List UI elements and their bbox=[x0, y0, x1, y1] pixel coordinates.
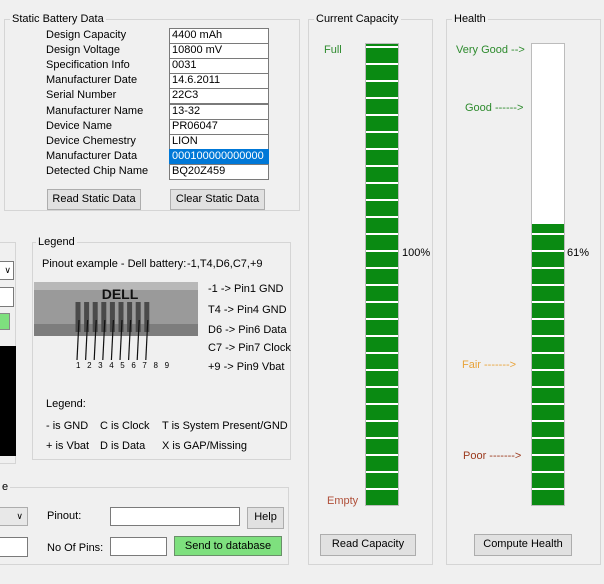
legend-key-gap: X is GAP/Missing bbox=[162, 440, 247, 452]
mapping-3: D6 -> Pin6 Data bbox=[208, 324, 287, 336]
health-fill bbox=[532, 223, 564, 505]
static-row-value[interactable]: 10800 mV bbox=[169, 43, 269, 59]
capacity-bar bbox=[365, 43, 399, 506]
health-percent: 61% bbox=[567, 247, 590, 259]
health-very-good-label: Very Good --> bbox=[456, 44, 525, 56]
legend-key-system: T is System Present/GND bbox=[162, 420, 288, 432]
static-row-label: Device Name bbox=[46, 120, 113, 132]
chevron-down-icon: ∨ bbox=[4, 265, 11, 275]
pin-numbers: 1 2 3 4 5 6 7 8 9 bbox=[76, 361, 171, 370]
static-battery-title: Static Battery Data bbox=[10, 13, 106, 26]
legend-title: Legend bbox=[36, 236, 77, 249]
mapping-2: T4 -> Pin4 GND bbox=[208, 304, 287, 316]
read-static-data-button[interactable]: Read Static Data bbox=[47, 189, 141, 210]
help-button[interactable]: Help bbox=[247, 507, 284, 529]
left-log-area[interactable] bbox=[0, 346, 16, 456]
legend-key-vbat: + is Vbat bbox=[46, 440, 90, 452]
clear-static-data-button[interactable]: Clear Static Data bbox=[170, 189, 265, 210]
mapping-4: C7 -> Pin7 Clock bbox=[208, 342, 291, 354]
pinout-label: Pinout: bbox=[47, 510, 82, 522]
capacity-percent: 100% bbox=[402, 247, 431, 259]
pinout-example-value: -1,T4,D6,C7,+9 bbox=[187, 258, 263, 270]
static-row-label: Specification Info bbox=[46, 59, 130, 71]
health-poor-label: Poor -------> bbox=[463, 450, 522, 462]
connector-slot bbox=[84, 302, 90, 332]
health-title: Health bbox=[452, 13, 488, 26]
static-row-label: Manufacturer Name bbox=[46, 105, 144, 117]
current-capacity-title: Current Capacity bbox=[314, 13, 401, 26]
connector-slot bbox=[127, 302, 133, 332]
capacity-fill bbox=[366, 44, 398, 505]
static-row-value[interactable]: 14.6.2011 bbox=[169, 73, 269, 89]
read-capacity-button[interactable]: Read Capacity bbox=[320, 534, 416, 556]
database-title-fragment: e bbox=[0, 481, 11, 494]
static-row-label: Manufacturer Data bbox=[46, 150, 138, 162]
pinout-example-label: Pinout example - Dell battery: bbox=[42, 258, 187, 270]
left-textbox[interactable] bbox=[0, 287, 14, 307]
connector-slot bbox=[118, 302, 124, 332]
health-group bbox=[446, 19, 601, 565]
static-row-value[interactable]: 000100000000000 bbox=[169, 149, 269, 165]
connector-slot bbox=[109, 302, 115, 332]
static-row-label: Serial Number bbox=[46, 89, 117, 101]
static-row-label: Design Voltage bbox=[46, 44, 120, 56]
mapping-1: -1 -> Pin1 GND bbox=[208, 283, 284, 295]
connector-slot bbox=[101, 302, 107, 332]
left-status-indicator bbox=[0, 313, 10, 330]
connector-slot bbox=[144, 302, 150, 332]
static-row-value[interactable]: 4400 mAh bbox=[169, 28, 269, 44]
connector-slot bbox=[75, 302, 81, 332]
static-row-value[interactable]: BQ20Z459 bbox=[169, 164, 269, 180]
legend-subtitle: Legend: bbox=[46, 398, 86, 410]
legend-key-clock: C is Clock bbox=[100, 420, 150, 432]
database-textbox[interactable] bbox=[0, 537, 28, 557]
capacity-empty-label: Empty bbox=[327, 495, 359, 507]
static-row-value[interactable]: PR06047 bbox=[169, 119, 269, 135]
health-bar bbox=[531, 43, 565, 506]
static-row-value[interactable]: 22C3 bbox=[169, 88, 269, 104]
static-row-label: Detected Chip Name bbox=[46, 165, 149, 177]
compute-health-button[interactable]: Compute Health bbox=[474, 534, 572, 556]
left-dropdown[interactable]: ∨ bbox=[0, 261, 14, 280]
connector-slot bbox=[92, 302, 98, 332]
static-row-label: Manufacturer Date bbox=[46, 74, 138, 86]
static-row-value[interactable]: 0031 bbox=[169, 58, 269, 74]
dell-connector-image: DELL 1 2 3 4 5 6 7 8 9 bbox=[34, 280, 198, 370]
pins-input[interactable] bbox=[110, 537, 167, 556]
mapping-5: +9 -> Pin9 Vbat bbox=[208, 361, 285, 373]
static-row-value[interactable]: LION bbox=[169, 134, 269, 150]
chevron-down-icon: ∨ bbox=[16, 511, 23, 521]
legend-key-data: D is Data bbox=[100, 440, 146, 452]
health-fair-label: Fair -------> bbox=[462, 359, 517, 371]
legend-key-gnd: - is GND bbox=[46, 420, 89, 432]
health-good-label: Good ------> bbox=[465, 102, 524, 114]
pins-label: No Of Pins: bbox=[47, 542, 104, 554]
connector-slot bbox=[135, 302, 141, 332]
pinout-input[interactable] bbox=[110, 507, 240, 526]
dell-logo-text: DELL bbox=[102, 286, 139, 302]
database-dropdown[interactable]: ∨ bbox=[0, 507, 28, 526]
static-row-label: Device Chemestry bbox=[46, 135, 136, 147]
capacity-full-label: Full bbox=[324, 44, 342, 56]
static-row-value[interactable]: 13-32 bbox=[169, 104, 269, 120]
static-row-label: Design Capacity bbox=[46, 29, 127, 41]
send-to-database-button[interactable]: Send to database bbox=[174, 536, 282, 556]
